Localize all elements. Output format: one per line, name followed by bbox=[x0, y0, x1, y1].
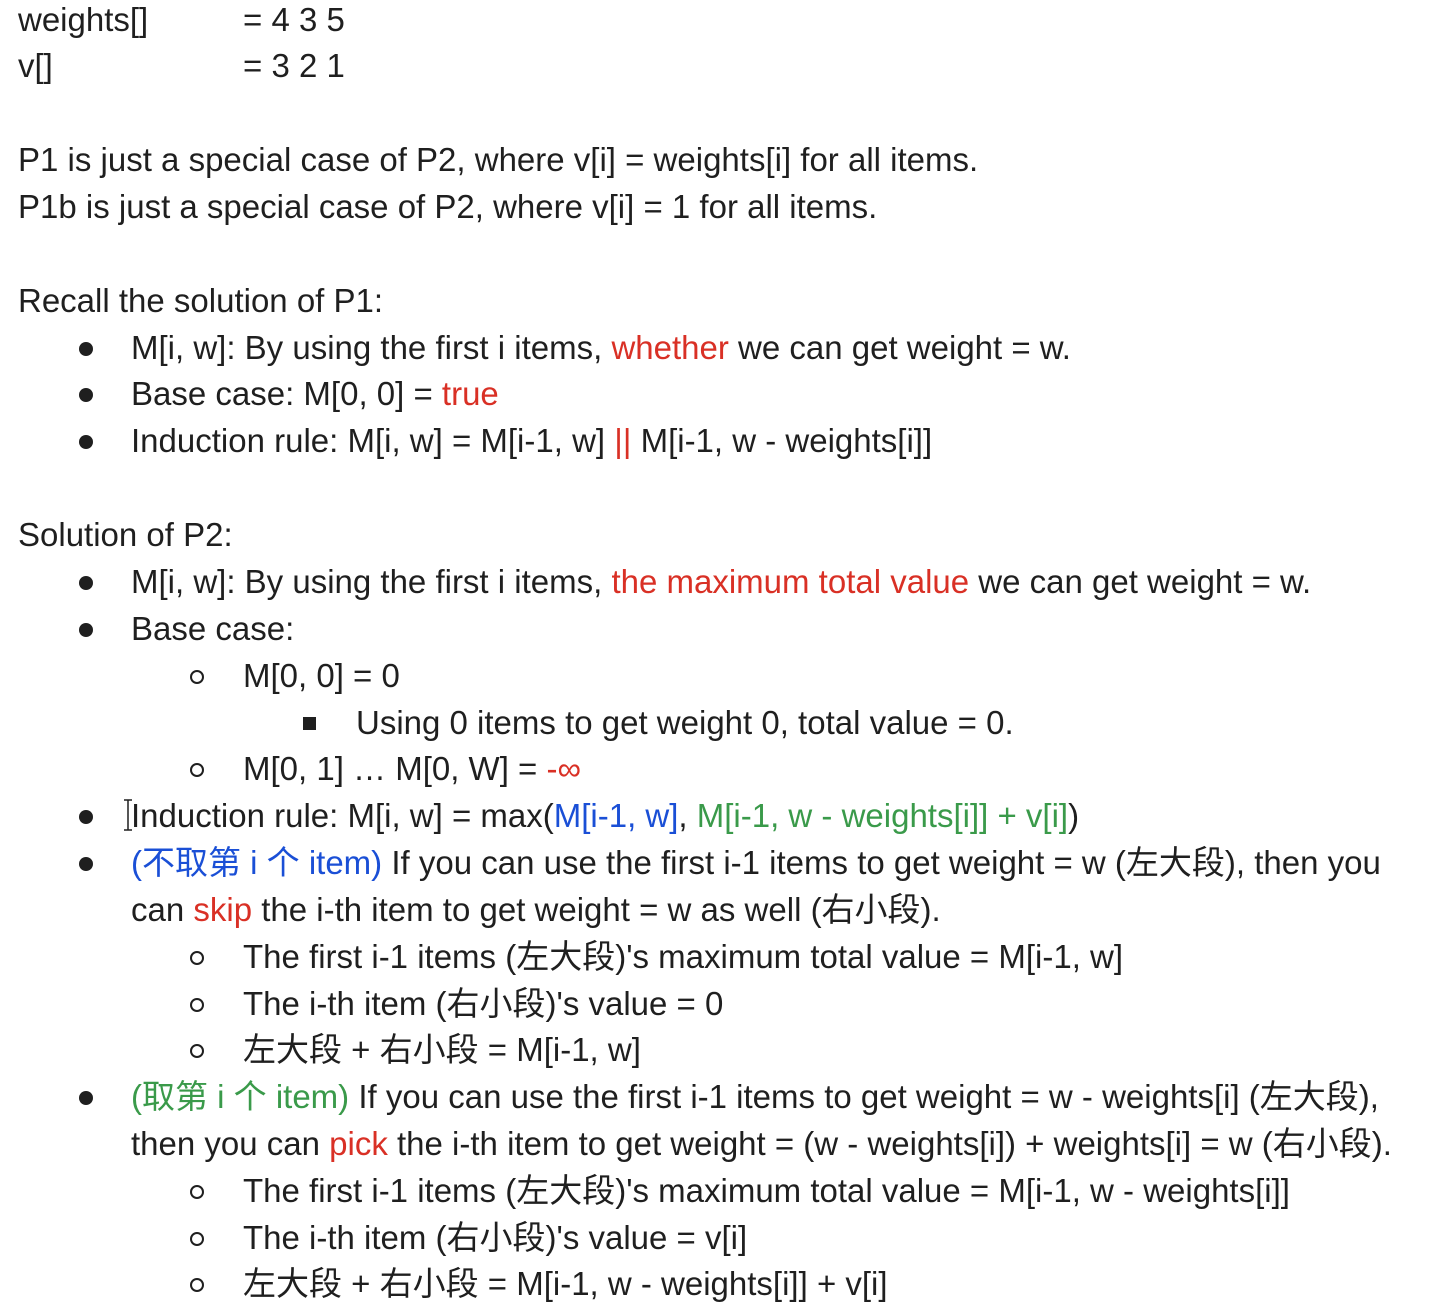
skip-case-line2: can skip the i-th item to get weight = w… bbox=[131, 890, 941, 930]
solution-base-case: Base case: bbox=[131, 610, 295, 647]
induction-text-end: ) bbox=[1068, 797, 1080, 834]
bullet-disc bbox=[79, 810, 93, 824]
base-case-sub1: M[0, 0] = 0 bbox=[243, 657, 400, 694]
pick-case-line2: then you can pick the i-th item to get w… bbox=[131, 1124, 1392, 1164]
pick-line2-text: then you can bbox=[131, 1125, 330, 1162]
bullet-disc bbox=[79, 342, 93, 356]
bullet-disc bbox=[79, 623, 93, 637]
skip-sub3: 左大段 + 右小段 = M[i-1, w] bbox=[243, 1031, 641, 1068]
induction-pick-term: M[i-1, w - weights[i]] + v[i] bbox=[696, 797, 1069, 834]
recall-item-base-case: Base case: M[0, 0] = true bbox=[131, 374, 499, 414]
bullet-circle bbox=[190, 1232, 204, 1246]
recall-item1-text-end: we can get weight = w. bbox=[728, 329, 1071, 366]
bullet-circle bbox=[190, 1278, 204, 1292]
pick-tag: (取第 i 个 item) bbox=[131, 1078, 350, 1115]
bullet-disc bbox=[79, 435, 93, 449]
bullet-disc bbox=[79, 857, 93, 871]
recall-item-induction: Induction rule: M[i, w] = M[i-1, w] || M… bbox=[131, 421, 932, 461]
bullet-disc bbox=[79, 388, 93, 402]
v-label: v[] bbox=[18, 47, 53, 84]
recall-item1-text: M[i, w]: By using the first i items, bbox=[131, 329, 612, 366]
bullet-circle bbox=[190, 1185, 204, 1199]
solution-item1-highlight: the maximum total value bbox=[611, 563, 970, 600]
skip-line2-text-end: the i-th item to get weight = w as well … bbox=[252, 891, 941, 928]
bullet-circle bbox=[190, 763, 204, 777]
bullet-circle bbox=[190, 951, 204, 965]
weights-value: = 4 3 5 bbox=[243, 1, 345, 38]
recall-item3-text: Induction rule: M[i, w] = M[i-1, w] bbox=[131, 422, 615, 459]
bullet-circle bbox=[190, 670, 204, 684]
pick-line1-text: If you can use the first i-1 items to ge… bbox=[349, 1078, 1379, 1115]
skip-sub2: The i-th item (右小段)'s value = 0 bbox=[243, 985, 724, 1022]
recall-item3-text-end: M[i-1, w - weights[i]] bbox=[631, 422, 933, 459]
recall-item2-text: Base case: M[0, 0] = bbox=[131, 375, 442, 412]
solution-item1-text-end: we can get weight = w. bbox=[969, 563, 1312, 600]
pick-word: pick bbox=[329, 1125, 388, 1162]
base-case-sub1-detail: Using 0 items to get weight 0, total val… bbox=[356, 704, 1014, 741]
p1-special-case: P1 is just a special case of P2, where v… bbox=[18, 141, 979, 178]
base-case-sub2-text: M[0, 1] … M[0, W] = bbox=[243, 750, 547, 787]
skip-line2-text: can bbox=[131, 891, 194, 928]
recall-item2-highlight: true bbox=[441, 375, 499, 412]
skip-tag: (不取第 i 个 item) bbox=[131, 844, 383, 881]
recall-item3-highlight: || bbox=[614, 422, 632, 459]
pick-sub2: The i-th item (右小段)'s value = v[i] bbox=[243, 1219, 748, 1256]
skip-line1-text: If you can use the first i-1 items to ge… bbox=[382, 844, 1381, 881]
solution-item-definition: M[i, w]: By using the first i items, the… bbox=[131, 562, 1311, 602]
bullet-circle bbox=[190, 998, 204, 1012]
skip-sub1: The first i-1 items (左大段)'s maximum tota… bbox=[243, 938, 1124, 975]
induction-text: Induction rule: M[i, w] = max( bbox=[131, 797, 554, 834]
recall-heading: Recall the solution of P1: bbox=[18, 282, 384, 319]
pick-sub3: 左大段 + 右小段 = M[i-1, w - weights[i]] + v[i… bbox=[243, 1265, 888, 1302]
skip-case-line1: (不取第 i 个 item) If you can use the first … bbox=[131, 843, 1381, 883]
skip-word: skip bbox=[193, 891, 253, 928]
induction-separator: , bbox=[678, 797, 697, 834]
bullet-disc bbox=[79, 1091, 93, 1105]
p1b-special-case: P1b is just a special case of P2, where … bbox=[18, 188, 878, 225]
recall-item1-highlight: whether bbox=[611, 329, 729, 366]
solution-heading: Solution of P2: bbox=[18, 516, 233, 553]
weights-label: weights[] bbox=[18, 1, 149, 38]
base-case-sub2: M[0, 1] … M[0, W] = -∞ bbox=[243, 749, 581, 789]
base-case-sub2-highlight: -∞ bbox=[546, 750, 581, 787]
bullet-square bbox=[303, 717, 316, 730]
solution-induction-rule: Induction rule: M[i, w] = max(M[i-1, w],… bbox=[131, 796, 1079, 836]
recall-item-definition: M[i, w]: By using the first i items, whe… bbox=[131, 328, 1071, 368]
bullet-circle bbox=[190, 1044, 204, 1058]
induction-skip-term: M[i-1, w] bbox=[553, 797, 679, 834]
v-value: = 3 2 1 bbox=[243, 47, 345, 84]
bullet-disc bbox=[79, 576, 93, 590]
solution-item1-text: M[i, w]: By using the first i items, bbox=[131, 563, 612, 600]
pick-line2-text-end: the i-th item to get weight = (w - weigh… bbox=[387, 1125, 1392, 1162]
pick-sub1: The first i-1 items (左大段)'s maximum tota… bbox=[243, 1172, 1290, 1209]
pick-case-line1: (取第 i 个 item) If you can use the first i… bbox=[131, 1077, 1379, 1117]
